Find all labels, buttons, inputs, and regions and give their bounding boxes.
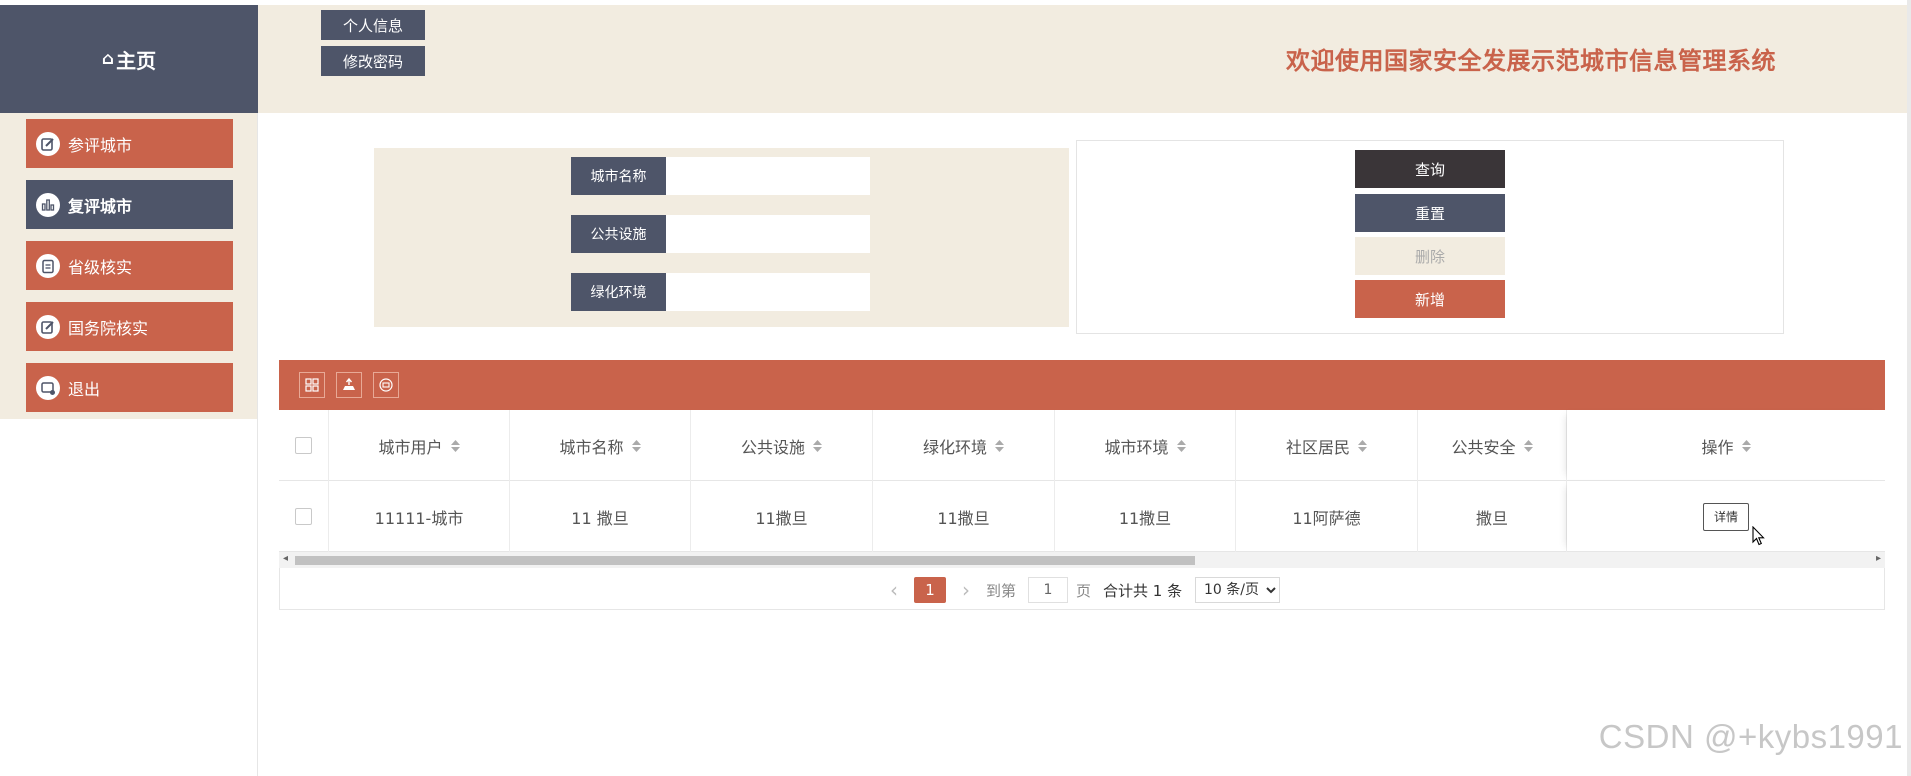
divider [257,113,258,776]
sidebar-item-label: 退出 [68,379,101,399]
change-password-button[interactable]: 修改密码 [321,46,425,76]
city-name-input[interactable] [666,157,870,195]
scroll-left-icon[interactable]: ◂ [283,553,288,564]
sort-icon[interactable] [450,439,460,452]
delete-button[interactable]: 删除 [1355,237,1505,275]
mouse-cursor-icon [1752,526,1765,546]
sort-icon[interactable] [1523,439,1533,452]
table-toolbar [279,360,1885,410]
table-cell: 11撒旦 [873,481,1055,552]
sidebar-item-label: 国务院核实 [68,318,149,338]
column-header[interactable]: 绿化环境 [873,410,1055,481]
column-header[interactable]: 公共设施 [691,410,873,481]
public-facilities-label: 公共设施 [571,215,666,253]
search-panel: 城市名称 公共设施 绿化环境 [374,148,1069,327]
edit-icon [36,131,60,156]
goto-suffix: 页 [1076,581,1092,600]
edit-icon [36,314,60,339]
goto-prefix: 到第 [986,581,1017,600]
table-cell: 11阿萨德 [1236,481,1418,552]
column-header[interactable]: 城市环境 [1055,410,1236,481]
horizontal-scrollbar[interactable]: ◂ ▸ [279,552,1885,568]
page-scrollbar[interactable] [1907,0,1911,776]
greening-label: 绿化环境 [571,273,666,311]
column-header[interactable]: 城市用户 [329,410,510,481]
select-all-checkbox[interactable] [295,437,312,454]
column-header-label: 操作 [1701,437,1734,457]
table-cell: 11撒旦 [691,481,873,552]
sidebar-item-label: 参评城市 [68,135,133,155]
city-name-label: 城市名称 [571,157,666,195]
sidebar: 参评城市 复评城市 省级核实 国务院核实 退出 [0,113,258,419]
export-icon[interactable] [336,372,362,398]
sort-icon[interactable] [813,439,822,452]
column-header-label: 城市名称 [559,437,624,457]
print-icon[interactable] [373,372,399,398]
query-button[interactable]: 查询 [1355,150,1505,188]
sidebar-item-re-evaluation-cities[interactable]: 复评城市 [26,180,233,229]
current-page[interactable]: 1 [914,577,946,603]
pagination: ‹ 1 › 到第 页 合计共 1 条 10 条/页 [279,568,1885,610]
home-icon: ⌂ [101,49,115,69]
row-checkbox[interactable] [295,508,312,525]
header: 个人信息 修改密码 欢迎使用国家安全发展示范城市信息管理系统 [258,5,1908,113]
sidebar-item-label: 复评城市 [68,196,133,216]
action-panel: 查询 重置 删除 新增 [1076,140,1784,334]
table-cell: 11111-城市 [329,481,510,552]
data-table: 城市用户 城市名称 公共设施 绿化环境 城市环境 社区居民 公共安全 操作 11… [279,360,1885,610]
next-page-button[interactable]: › [962,577,970,603]
sort-icon[interactable] [631,439,641,452]
sidebar-item-state-council-verification[interactable]: 国务院核实 [26,302,233,351]
add-button[interactable]: 新增 [1355,280,1505,318]
bar-chart-icon [36,192,60,217]
column-header-operation[interactable]: 操作 [1567,410,1885,481]
scrollbar-thumb[interactable] [295,556,1195,565]
column-header[interactable]: 社区居民 [1236,410,1418,481]
table-cell: 撒旦 [1418,481,1567,552]
total-count: 合计共 1 条 [1103,581,1183,600]
sidebar-item-logout[interactable]: 退出 [26,363,233,412]
column-header-label: 公共设施 [740,437,805,457]
page-size-select[interactable]: 10 条/页 [1195,577,1280,603]
reset-button[interactable]: 重置 [1355,194,1505,232]
sort-icon[interactable] [1176,439,1186,452]
site-title: 欢迎使用国家安全发展示范城市信息管理系统 [1286,47,1776,75]
columns-icon[interactable] [299,372,325,398]
column-header-label: 城市用户 [378,437,443,457]
column-header[interactable]: 城市名称 [510,410,691,481]
column-header-label: 绿化环境 [922,437,987,457]
prev-page-button[interactable]: ‹ [890,577,898,603]
profile-button[interactable]: 个人信息 [321,10,425,40]
sort-icon[interactable] [1741,439,1751,452]
home-link[interactable]: ⌂ 主页 [0,5,258,113]
greening-input[interactable] [666,273,870,311]
page: ⌂ 主页 个人信息 修改密码 欢迎使用国家安全发展示范城市信息管理系统 参评城市… [0,0,1911,776]
select-all-checkbox-cell [279,410,329,481]
table-cell: 11撒旦 [1055,481,1236,552]
clipboard-icon [36,253,60,278]
sort-icon[interactable] [995,439,1004,452]
column-header[interactable]: 公共安全 [1418,410,1567,481]
public-facilities-input[interactable] [666,215,870,253]
sidebar-item-participating-cities[interactable]: 参评城市 [26,119,233,168]
goto-page-input[interactable] [1028,577,1068,603]
watermark: CSDN @+kybs1991 [1598,718,1903,755]
sort-icon[interactable] [1358,439,1367,452]
row-checkbox-cell [279,481,329,552]
home-label: 主页 [116,48,157,73]
sidebar-item-provincial-verification[interactable]: 省级核实 [26,241,233,290]
table-header: 城市用户 城市名称 公共设施 绿化环境 城市环境 社区居民 公共安全 操作 [279,410,1885,481]
column-header-label: 公共安全 [1451,437,1516,457]
sidebar-item-label: 省级核实 [68,257,133,277]
column-header-label: 社区居民 [1285,437,1350,457]
column-header-label: 城市环境 [1104,437,1169,457]
table-cell: 11 撒旦 [510,481,691,552]
detail-button[interactable]: 详情 [1703,502,1749,531]
scroll-right-icon[interactable]: ▸ [1876,553,1881,564]
operation-cell: 详情 [1567,481,1885,552]
table-row: 11111-城市 11 撒旦 11撒旦 11撒旦 11撒旦 11阿萨德 撒旦 详… [279,481,1885,552]
logout-icon [36,375,60,400]
